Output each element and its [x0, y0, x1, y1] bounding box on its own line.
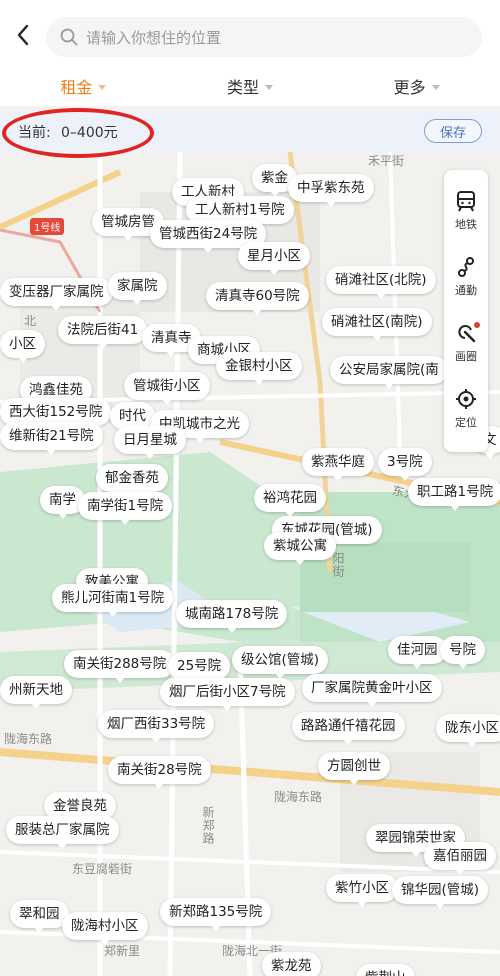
locate-button[interactable]: 定位 — [444, 376, 488, 442]
community-marker[interactable]: 裕鸿花园 — [254, 484, 326, 517]
community-marker[interactable]: 硝滩社区(南院) — [322, 308, 432, 341]
community-marker[interactable]: 路路通仟禧花园 — [292, 712, 405, 745]
map-toolbar: 地铁 通勤 画圈 定位 — [444, 170, 488, 452]
community-marker[interactable]: 翠和园 — [10, 900, 69, 933]
save-button[interactable]: 保存 — [424, 119, 482, 143]
community-marker[interactable]: 陇东小区 — [436, 714, 500, 747]
community-marker[interactable]: 级公馆(管城) — [232, 646, 329, 679]
road-label: 北 — [24, 314, 37, 328]
current-filter-bar: 当前: 0–400元 保存 — [0, 110, 500, 152]
commute-label: 通勤 — [455, 284, 477, 297]
community-marker[interactable]: 紫燕华庭 — [302, 448, 374, 481]
community-marker[interactable]: 家属院 — [108, 272, 167, 305]
community-marker[interactable]: 新郑路135号院 — [160, 898, 272, 931]
current-filter-value: 0–400元 — [61, 125, 118, 141]
community-marker[interactable]: 州新天地 — [0, 676, 72, 709]
chevron-down-icon — [431, 84, 440, 90]
community-marker[interactable]: 佳河园 — [388, 636, 447, 669]
community-marker[interactable]: 南关街28号院 — [108, 756, 211, 789]
community-marker[interactable]: 方圆创世 — [318, 752, 390, 785]
chevron-down-icon — [98, 84, 107, 90]
tab-type[interactable]: 类型 — [167, 66, 334, 106]
community-marker[interactable]: 星月小区 — [238, 242, 310, 275]
community-marker[interactable]: 清真寺60号院 — [206, 282, 309, 315]
tab-rent-label: 租金 — [60, 78, 93, 97]
locate-label: 定位 — [455, 416, 477, 429]
community-marker[interactable]: 嘉佰丽园 — [424, 842, 496, 875]
community-marker[interactable]: 小区 — [0, 330, 45, 363]
community-marker[interactable]: 服装总厂家属院 — [6, 816, 119, 849]
community-marker[interactable]: 紫城公寓 — [264, 532, 336, 565]
community-marker[interactable]: 紫荆山 — [356, 964, 415, 976]
community-marker[interactable]: 法院后街41 — [58, 316, 148, 349]
community-marker[interactable]: 紫龙苑 — [262, 952, 321, 976]
commute-button[interactable]: 通勤 — [444, 244, 488, 310]
road-label: 陇海东路 — [274, 790, 323, 804]
community-marker[interactable]: 南关街288号院 — [64, 650, 176, 683]
community-marker[interactable]: 郁金香苑 — [96, 464, 168, 497]
community-marker[interactable]: 烟厂西街33号院 — [98, 710, 215, 743]
road-label: 阳街 — [331, 552, 345, 578]
search-icon — [60, 28, 78, 46]
community-marker[interactable]: 陇海村小区 — [62, 912, 148, 945]
tab-more-label: 更多 — [393, 78, 426, 97]
back-button[interactable] — [8, 20, 38, 50]
commute-icon — [458, 257, 474, 277]
draw-circle-button[interactable]: 画圈 — [444, 310, 488, 376]
tab-rent[interactable]: 租金 — [0, 66, 167, 106]
tab-more[interactable]: 更多 — [333, 66, 500, 106]
chevron-down-icon — [265, 84, 274, 90]
search-input[interactable]: 请输入你想住的位置 — [46, 17, 482, 57]
community-marker[interactable]: 紫竹小区 — [326, 874, 398, 907]
road-label: 东豆腐砦街 — [72, 862, 133, 876]
community-marker[interactable]: 变压器厂家属院 — [0, 278, 113, 311]
community-marker[interactable]: 职工路1号院 — [408, 478, 500, 511]
community-marker[interactable]: 金银村小区 — [216, 352, 302, 385]
notification-dot — [474, 322, 480, 328]
filter-tabs: 租金 类型 更多 — [0, 66, 500, 106]
road-label: 新郑路 — [201, 806, 215, 845]
current-filter-label: 当前: — [18, 125, 51, 141]
metro-line-badge: 1号线 — [30, 218, 65, 235]
community-marker[interactable]: 3号院 — [378, 448, 432, 481]
top-header: 请输入你想住的位置 — [0, 0, 500, 66]
community-marker[interactable]: 厂家属院黄金叶小区 — [302, 674, 442, 707]
community-marker[interactable]: 城南路178号院 — [176, 600, 288, 633]
subway-icon — [457, 191, 475, 212]
road-label: 禾平街 — [368, 154, 405, 168]
community-marker[interactable]: 管城街小区 — [124, 372, 210, 405]
community-marker[interactable]: 南学街1号院 — [78, 492, 173, 525]
community-marker[interactable]: 熊儿河街南1号院 — [52, 584, 174, 617]
locate-icon — [456, 389, 476, 409]
back-arrow-icon — [17, 24, 29, 46]
draw-circle-label: 画圈 — [455, 350, 477, 363]
community-marker[interactable]: 中孚紫东苑 — [288, 174, 374, 207]
road-label: 陇海东路 — [4, 732, 53, 746]
community-marker[interactable]: 号院 — [440, 636, 485, 669]
search-placeholder: 请输入你想住的位置 — [86, 28, 222, 47]
subway-label: 地铁 — [455, 218, 477, 231]
tab-type-label: 类型 — [227, 78, 260, 97]
community-marker[interactable]: 硝滩社区(北院) — [326, 266, 436, 299]
community-marker[interactable]: 维新街21号院 — [0, 422, 103, 455]
community-marker[interactable]: 锦华园(管城) — [392, 876, 489, 909]
community-marker[interactable]: 烟厂后街小区7号院 — [160, 678, 295, 711]
subway-button[interactable]: 地铁 — [444, 178, 488, 244]
map-view[interactable]: 1号线 东大街 陇海东路 陇海东路 东豆腐砦街 郑新里 陇海北一街 新郑路 阳街… — [0, 152, 500, 976]
community-marker[interactable]: 日月星城 — [114, 426, 186, 459]
community-marker[interactable]: 25号院 — [168, 652, 231, 685]
community-marker[interactable]: 公安局家属院(南 — [330, 356, 448, 389]
